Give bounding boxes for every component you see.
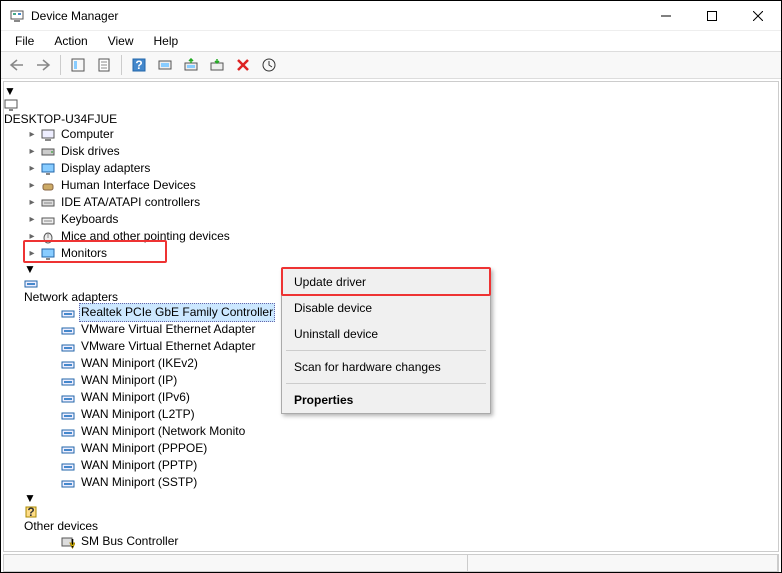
warning-device-icon: ! bbox=[60, 534, 76, 550]
back-button[interactable] bbox=[5, 53, 29, 77]
network-adapter-icon bbox=[60, 475, 76, 491]
monitor-icon bbox=[40, 246, 56, 262]
tree-item-smbus[interactable]: !SM Bus Controller bbox=[44, 533, 778, 550]
ide-icon bbox=[40, 195, 56, 211]
tree-item-wan-netmon[interactable]: WAN Miniport (Network Monito bbox=[44, 423, 778, 440]
uninstall-device-button[interactable] bbox=[231, 53, 255, 77]
titlebar: Device Manager bbox=[1, 1, 781, 31]
svg-text:!: ! bbox=[71, 536, 75, 549]
mouse-icon bbox=[40, 229, 56, 245]
display-icon bbox=[40, 161, 56, 177]
context-menu-scan[interactable]: Scan for hardware changes bbox=[282, 354, 490, 380]
network-adapter-icon bbox=[60, 458, 76, 474]
menubar: File Action View Help bbox=[1, 31, 781, 51]
tree-item-display-adapters[interactable]: ▸Display adapters bbox=[24, 160, 778, 177]
tree-item-disk-drives[interactable]: ▸Disk drives bbox=[24, 143, 778, 160]
expand-icon[interactable]: ▸ bbox=[24, 551, 40, 552]
tree-item-mice[interactable]: ▸Mice and other pointing devices bbox=[24, 228, 778, 245]
svg-text:?: ? bbox=[135, 58, 142, 72]
window-title: Device Manager bbox=[31, 9, 643, 23]
tree-item-wan-pppoe[interactable]: WAN Miniport (PPPOE) bbox=[44, 440, 778, 457]
show-hide-console-tree-button[interactable] bbox=[66, 53, 90, 77]
scan-hardware-button[interactable] bbox=[153, 53, 177, 77]
portable-icon bbox=[40, 551, 56, 552]
context-menu-uninstall-device[interactable]: Uninstall device bbox=[282, 321, 490, 347]
tree-item-ide[interactable]: ▸IDE ATA/ATAPI controllers bbox=[24, 194, 778, 211]
root-label: DESKTOP-U34FJUE bbox=[4, 112, 117, 126]
tree-item-computer[interactable]: ▸Computer bbox=[24, 126, 778, 143]
network-adapter-icon bbox=[60, 390, 76, 406]
help-button[interactable]: ? bbox=[127, 53, 151, 77]
context-menu-separator bbox=[286, 350, 486, 351]
computer-icon bbox=[4, 98, 778, 112]
expand-icon[interactable]: ▸ bbox=[24, 229, 40, 245]
expand-icon[interactable]: ▸ bbox=[24, 246, 40, 262]
expand-icon[interactable]: ▼ bbox=[4, 84, 16, 98]
statusbar bbox=[3, 554, 779, 572]
network-adapter-icon bbox=[60, 356, 76, 372]
expand-icon[interactable]: ▸ bbox=[24, 144, 40, 160]
scan-changes-button[interactable] bbox=[257, 53, 281, 77]
other-devices-icon: ? bbox=[24, 505, 778, 519]
context-menu-properties[interactable]: Properties bbox=[282, 387, 490, 413]
statusbar-pane-left bbox=[4, 555, 468, 571]
context-menu-disable-device[interactable]: Disable device bbox=[282, 295, 490, 321]
update-driver-button[interactable] bbox=[179, 53, 203, 77]
tree-root[interactable]: ▼ DESKTOP-U34FJUE bbox=[4, 84, 778, 126]
maximize-button[interactable] bbox=[689, 1, 735, 31]
menu-action[interactable]: Action bbox=[46, 32, 95, 50]
properties-button[interactable] bbox=[92, 53, 116, 77]
collapse-icon[interactable]: ▼ bbox=[24, 262, 36, 276]
keyboard-icon bbox=[40, 212, 56, 228]
content-pane: ▼ DESKTOP-U34FJUE ▸Computer ▸Disk drives… bbox=[3, 81, 779, 552]
expand-icon[interactable]: ▸ bbox=[24, 178, 40, 194]
tree-item-portable-devices[interactable]: ▸Portable Devices bbox=[24, 550, 778, 551]
network-adapter-icon bbox=[60, 407, 76, 423]
toolbar: ? bbox=[1, 51, 781, 79]
tree-item-other-devices[interactable]: ▼ ? Other devices bbox=[24, 491, 778, 533]
hid-icon bbox=[40, 178, 56, 194]
expand-icon[interactable]: ▸ bbox=[24, 195, 40, 211]
expand-icon[interactable]: ▸ bbox=[24, 127, 40, 143]
menu-help[interactable]: Help bbox=[146, 32, 187, 50]
menu-file[interactable]: File bbox=[7, 32, 42, 50]
network-adapter-icon bbox=[60, 322, 76, 338]
context-menu-update-driver[interactable]: Update driver bbox=[282, 269, 490, 295]
device-manager-icon bbox=[9, 8, 25, 24]
tree-item-monitors[interactable]: ▸Monitors bbox=[24, 245, 778, 262]
network-adapter-icon bbox=[60, 424, 76, 440]
context-menu-separator bbox=[286, 383, 486, 384]
svg-text:?: ? bbox=[27, 505, 34, 519]
context-menu: Update driver Disable device Uninstall d… bbox=[281, 268, 491, 414]
expand-icon[interactable]: ▸ bbox=[24, 161, 40, 177]
close-button[interactable] bbox=[735, 1, 781, 31]
tree-item-keyboards[interactable]: ▸Keyboards bbox=[24, 211, 778, 228]
network-adapter-icon bbox=[60, 339, 76, 355]
computer-category-icon bbox=[40, 127, 56, 143]
tree-item-hid[interactable]: ▸Human Interface Devices bbox=[24, 177, 778, 194]
disk-icon bbox=[40, 144, 56, 160]
network-adapter-icon bbox=[60, 305, 76, 321]
tree-item-wan-sstp[interactable]: WAN Miniport (SSTP) bbox=[44, 474, 778, 491]
tree-item-wan-pptp[interactable]: WAN Miniport (PPTP) bbox=[44, 457, 778, 474]
minimize-button[interactable] bbox=[643, 1, 689, 31]
expand-icon[interactable]: ▸ bbox=[24, 212, 40, 228]
network-adapter-icon bbox=[60, 373, 76, 389]
window-controls bbox=[643, 1, 781, 31]
collapse-icon[interactable]: ▼ bbox=[24, 491, 36, 505]
forward-button[interactable] bbox=[31, 53, 55, 77]
disable-device-button[interactable] bbox=[205, 53, 229, 77]
menu-view[interactable]: View bbox=[100, 32, 142, 50]
statusbar-pane-right bbox=[468, 555, 778, 571]
network-adapter-icon bbox=[60, 441, 76, 457]
